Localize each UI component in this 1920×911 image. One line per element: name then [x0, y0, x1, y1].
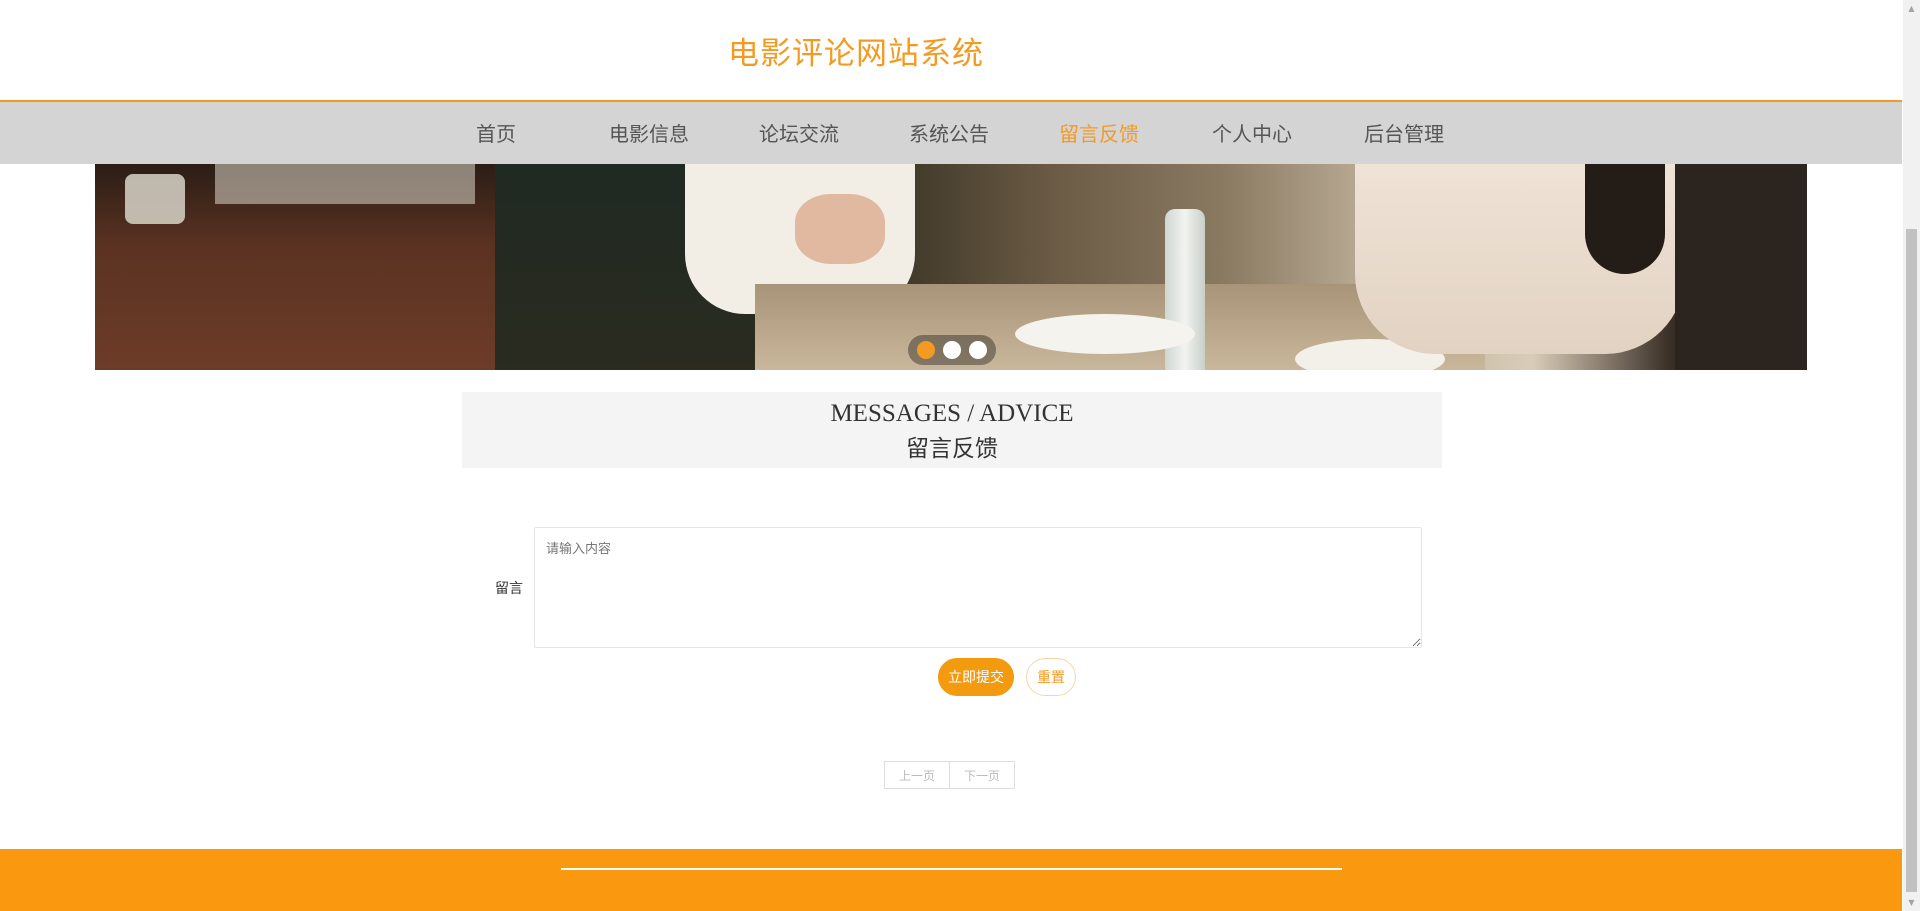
pagination: 上一页 下一页	[884, 761, 1016, 789]
nav-item-home[interactable]: 首页	[476, 118, 516, 147]
banner-teapot	[125, 174, 185, 224]
submit-button[interactable]: 立即提交	[938, 658, 1014, 696]
carousel-dot-2[interactable]	[943, 341, 961, 359]
section-title-box: MESSAGES / ADVICE 留言反馈	[462, 392, 1442, 468]
scrollbar-thumb[interactable]	[1906, 229, 1917, 892]
main-nav: 首页 电影信息 论坛交流 系统公告 留言反馈 个人中心 后台管理	[0, 102, 1902, 164]
reset-button[interactable]: 重置	[1026, 658, 1076, 696]
banner-hair	[1585, 164, 1665, 274]
nav-item-admin[interactable]: 后台管理	[1364, 118, 1444, 147]
footer-divider	[561, 868, 1342, 870]
banner-hands	[795, 194, 885, 264]
scroll-up-arrow-icon[interactable]: ▲	[1903, 0, 1920, 17]
section-title-en: MESSAGES / ADVICE	[830, 400, 1074, 427]
vertical-scrollbar[interactable]: ▲ ▼	[1903, 0, 1920, 911]
site-title: 电影评论网站系统	[728, 36, 984, 72]
next-page-button[interactable]: 下一页	[950, 761, 1016, 789]
nav-item-announcements[interactable]: 系统公告	[909, 118, 989, 147]
banner-right-edge	[1675, 164, 1807, 370]
message-textarea[interactable]	[534, 527, 1422, 648]
carousel-dot-1[interactable]	[917, 341, 935, 359]
nav-item-feedback[interactable]: 留言反馈	[1059, 118, 1139, 147]
banner-plate-1	[1015, 314, 1195, 354]
carousel-dot-3[interactable]	[969, 341, 987, 359]
carousel-indicators	[908, 335, 996, 365]
site-footer	[0, 849, 1902, 911]
site-header: 电影评论网站系统	[0, 0, 1902, 102]
nav-item-movie-info[interactable]: 电影信息	[609, 118, 689, 147]
scroll-down-arrow-icon[interactable]: ▼	[1903, 894, 1920, 911]
banner-carousel[interactable]	[95, 164, 1807, 370]
message-label: 留言	[495, 581, 523, 597]
page: 电影评论网站系统 首页 电影信息 论坛交流 系统公告 留言反馈 个人中心 后台管…	[0, 0, 1902, 911]
prev-page-button[interactable]: 上一页	[884, 761, 951, 789]
nav-item-forum[interactable]: 论坛交流	[759, 118, 839, 147]
banner-tray	[215, 164, 475, 204]
nav-item-personal-center[interactable]: 个人中心	[1212, 118, 1292, 147]
section-title-cn: 留言反馈	[906, 436, 998, 462]
